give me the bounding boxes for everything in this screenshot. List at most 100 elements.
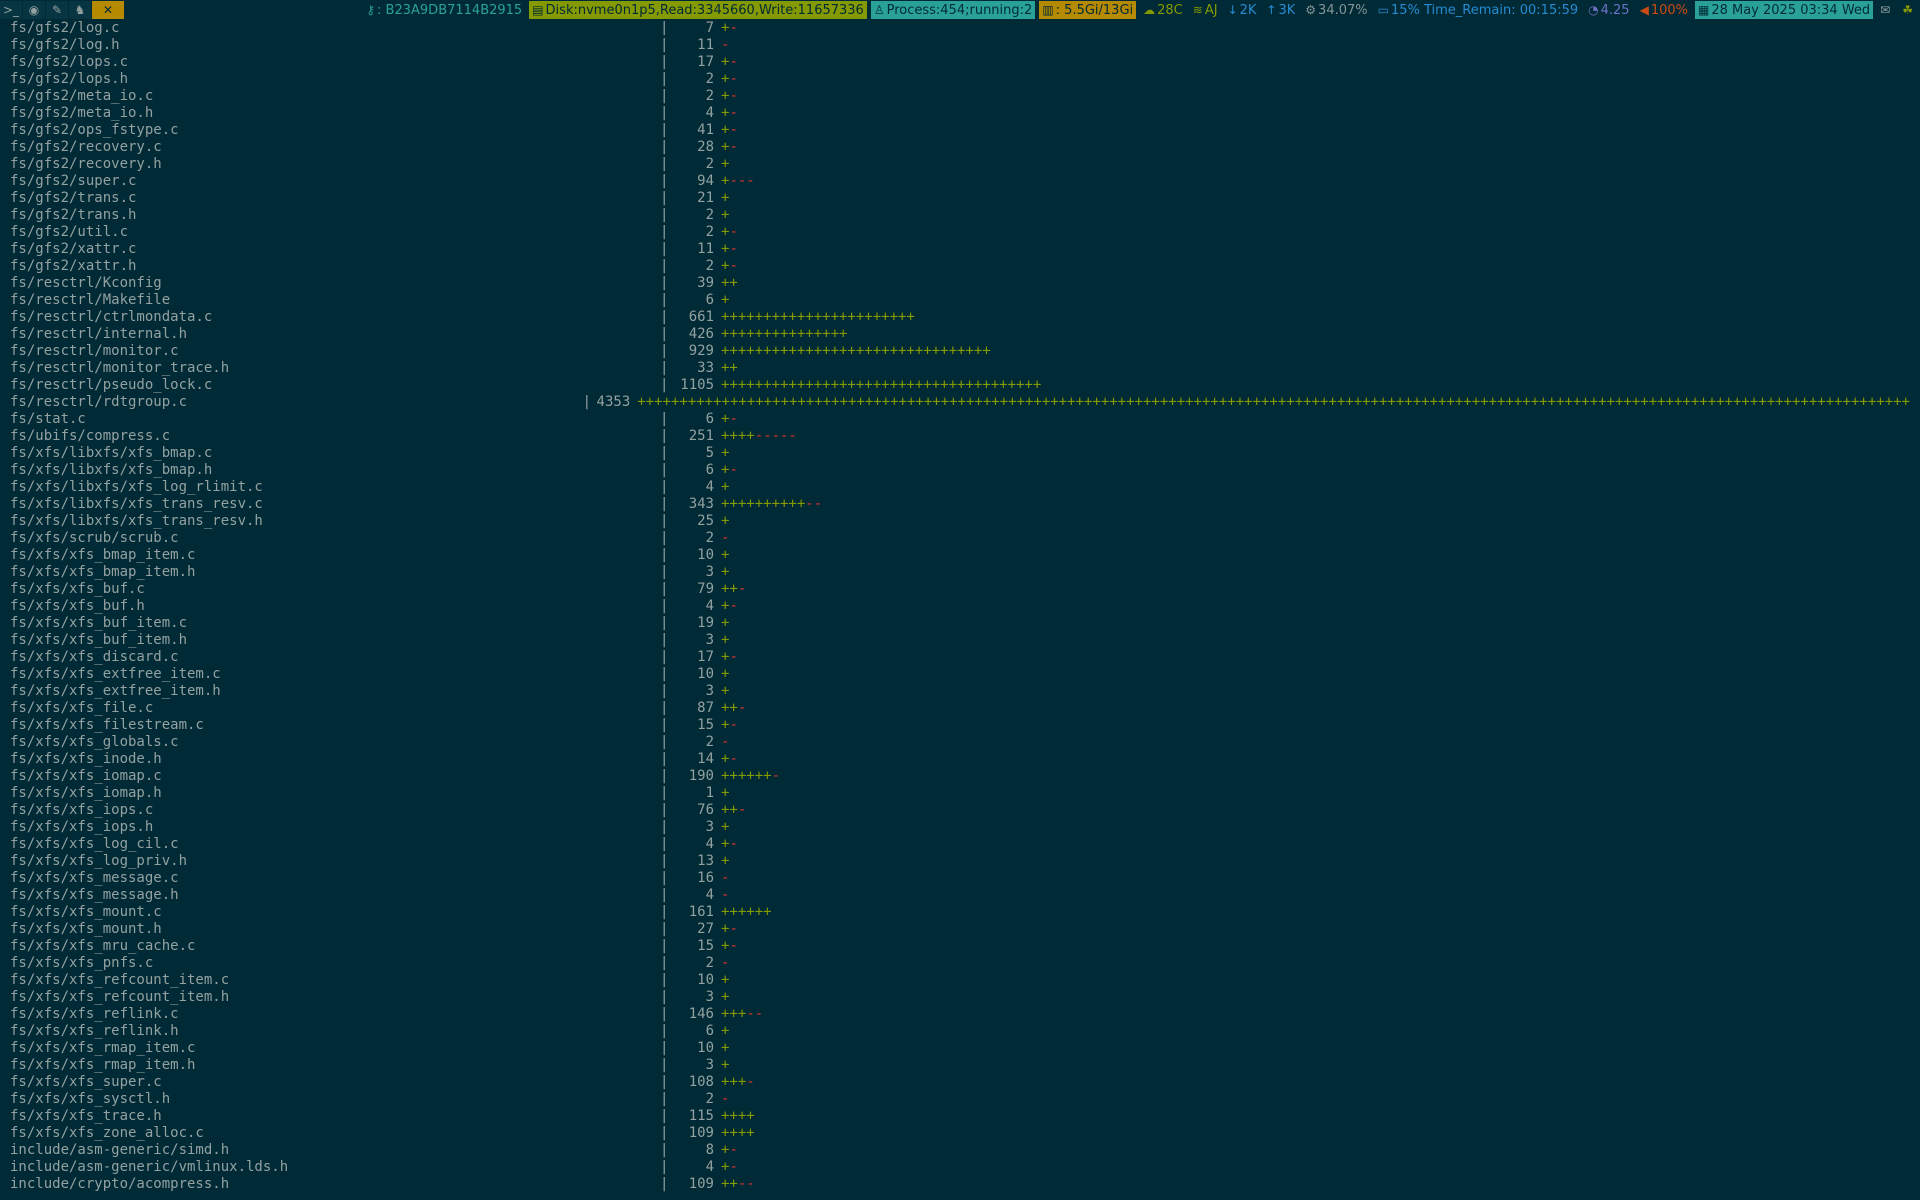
column-separator: | — [660, 479, 669, 495]
file-path: fs/xfs/xfs_message.c — [10, 870, 179, 886]
column-separator: | — [660, 411, 669, 427]
workspace-5-button[interactable]: ✕ — [92, 1, 124, 19]
wifi-icon: ≋ — [1192, 3, 1203, 17]
change-count: 4 — [705, 598, 714, 614]
column-separator: | — [660, 1074, 669, 1090]
additions-bar: ++ — [721, 275, 738, 291]
column-separator: | — [660, 37, 669, 53]
deletions-bar: - — [729, 1159, 738, 1175]
additions-bar: + — [721, 785, 730, 801]
column-separator: | — [660, 326, 669, 342]
key-status-text: : B23A9DB7114B2915 — [377, 2, 523, 18]
column-separator: | — [660, 955, 669, 971]
additions-bar: + — [721, 666, 730, 682]
column-separator: | — [660, 343, 669, 359]
change-count: 2 — [705, 71, 714, 87]
change-count: 25 — [697, 513, 714, 529]
deletions-bar: - — [721, 887, 730, 903]
column-separator: | — [660, 1176, 669, 1192]
change-count: 21 — [697, 190, 714, 206]
change-count: 27 — [697, 921, 714, 937]
diffstat-row: fs/xfs/xfs_reflink.h | 6 + — [10, 1023, 1910, 1040]
column-separator: | — [660, 836, 669, 852]
file-path: fs/xfs/xfs_sysctl.h — [10, 1091, 171, 1107]
deletions-bar: -- — [746, 1006, 764, 1022]
upload-status[interactable]: ↑ 3K — [1263, 1, 1298, 19]
diffstat-row: fs/resctrl/monitor_trace.h | 33 ++ — [10, 360, 1910, 377]
diffstat-row: fs/xfs/xfs_inode.h | 14 + - — [10, 751, 1910, 768]
deletions-bar: - — [729, 1142, 738, 1158]
diffstat-row: fs/xfs/xfs_file.c | 87 ++ - — [10, 700, 1910, 717]
battery-status[interactable]: ▭ 15% Time_Remain: 00:15:59 — [1375, 1, 1582, 19]
change-count: 4 — [705, 836, 714, 852]
workspace-3-button[interactable]: ✎ — [46, 1, 68, 19]
file-path: fs/xfs/libxfs/xfs_log_rlimit.c — [10, 479, 263, 495]
download-icon: ↓ — [1227, 3, 1238, 17]
column-separator: | — [660, 989, 669, 1005]
diffstat-row: fs/resctrl/Kconfig | 39 ++ — [10, 275, 1910, 292]
download-status[interactable]: ↓ 2K — [1225, 1, 1260, 19]
diffstat-row: fs/resctrl/rdtgroup.c | 4353 ++++++++++++++… — [10, 394, 1910, 411]
file-path: fs/gfs2/lops.c — [10, 54, 129, 70]
change-count: 109 — [688, 1176, 714, 1192]
file-path: fs/xfs/xfs_refcount_item.h — [10, 989, 230, 1005]
column-separator: | — [660, 224, 669, 240]
cpu-status[interactable]: ⚙ 34.07% — [1302, 1, 1370, 19]
mail-tray[interactable]: ✉ — [1877, 1, 1895, 19]
column-separator: | — [660, 853, 669, 869]
additions-bar: + — [721, 207, 730, 223]
terminal-icon: >_ — [2, 3, 20, 17]
additions-bar: + — [721, 683, 730, 699]
volume-status[interactable]: ◀ 100% — [1637, 1, 1691, 19]
workspace-1-button[interactable]: >_ — [0, 1, 22, 19]
change-count: 3 — [705, 989, 714, 1005]
process-status[interactable]: ♙ Process:454;running:2 — [870, 1, 1036, 19]
diffstat-row: fs/xfs/xfs_mount.h | 27 + - — [10, 921, 1910, 938]
diffstat-row: fs/gfs2/trans.h | 2 + — [10, 207, 1910, 224]
file-path: fs/xfs/xfs_file.c — [10, 700, 154, 716]
change-count: 2 — [705, 530, 714, 546]
diffstat-row: fs/stat.c | 6 + - — [10, 411, 1910, 428]
column-separator: | — [660, 462, 669, 478]
deletions-bar: - — [721, 734, 730, 750]
diffstat-row: fs/gfs2/recovery.c | 28 + - — [10, 139, 1910, 156]
file-path: fs/gfs2/xattr.h — [10, 258, 137, 274]
change-count: 10 — [697, 666, 714, 682]
diffstat-row: include/asm-generic/vmlinux.lds.h | 4 + - — [10, 1159, 1910, 1176]
column-separator: | — [660, 972, 669, 988]
wifi-status[interactable]: ≋ AJ — [1190, 1, 1221, 19]
change-count: 10 — [697, 1040, 714, 1056]
column-separator: | — [660, 1006, 669, 1022]
workspace-4-button[interactable]: ♞ — [69, 1, 91, 19]
change-count: 33 — [697, 360, 714, 376]
additions-bar: ++++++ — [721, 904, 772, 920]
file-path: fs/xfs/xfs_mount.h — [10, 921, 162, 937]
diffstat-row: fs/resctrl/monitor.c | 929 ++++++++++++++++… — [10, 343, 1910, 360]
change-count: 41 — [697, 122, 714, 138]
workspace-2-button[interactable]: ◉ — [23, 1, 45, 19]
memory-status[interactable]: ▥: 5.5Gi/13Gi — [1039, 1, 1137, 19]
diffstat-row: fs/xfs/xfs_iops.c | 76 ++ - — [10, 802, 1910, 819]
diffstat-row: fs/xfs/xfs_buf.c | 79 ++ - — [10, 581, 1910, 598]
file-path: fs/gfs2/xattr.c — [10, 241, 137, 257]
file-path: fs/xfs/xfs_message.h — [10, 887, 179, 903]
additions-bar: + — [721, 564, 730, 580]
change-count: 17 — [697, 54, 714, 70]
change-count: 15 — [697, 717, 714, 733]
terminal-output[interactable]: fs/gfs2/log.c | 7 + - fs/gfs2/log.h | 11- fs/gfs… — [10, 20, 1910, 1193]
network-tray[interactable]: ☘ — [1899, 1, 1918, 19]
deletions-bar: ----- — [754, 428, 797, 444]
load-status[interactable]: ◔ 4.25 — [1585, 1, 1632, 19]
additions-bar: + — [721, 122, 730, 138]
file-path: fs/xfs/xfs_iops.c — [10, 802, 154, 818]
change-count: 2 — [705, 955, 714, 971]
additions-bar: ++++++++++++++++++++++++++++++++ — [721, 343, 991, 359]
gear-icon: ⚙ — [1305, 3, 1317, 17]
key-status[interactable]: ⚷: B23A9DB7114B2915 — [363, 1, 525, 19]
temperature-status[interactable]: ☁ 28C — [1140, 1, 1186, 19]
date-status[interactable]: ▦ 28 May 2025 03:34 Wed — [1694, 1, 1874, 19]
change-count: 2 — [705, 88, 714, 104]
additions-bar: ++ — [721, 700, 738, 716]
disk-status[interactable]: ▤ Disk:nvme0n1p5,Read:3345660,Write:11657… — [529, 1, 867, 19]
file-path: fs/xfs/xfs_iomap.h — [10, 785, 162, 801]
